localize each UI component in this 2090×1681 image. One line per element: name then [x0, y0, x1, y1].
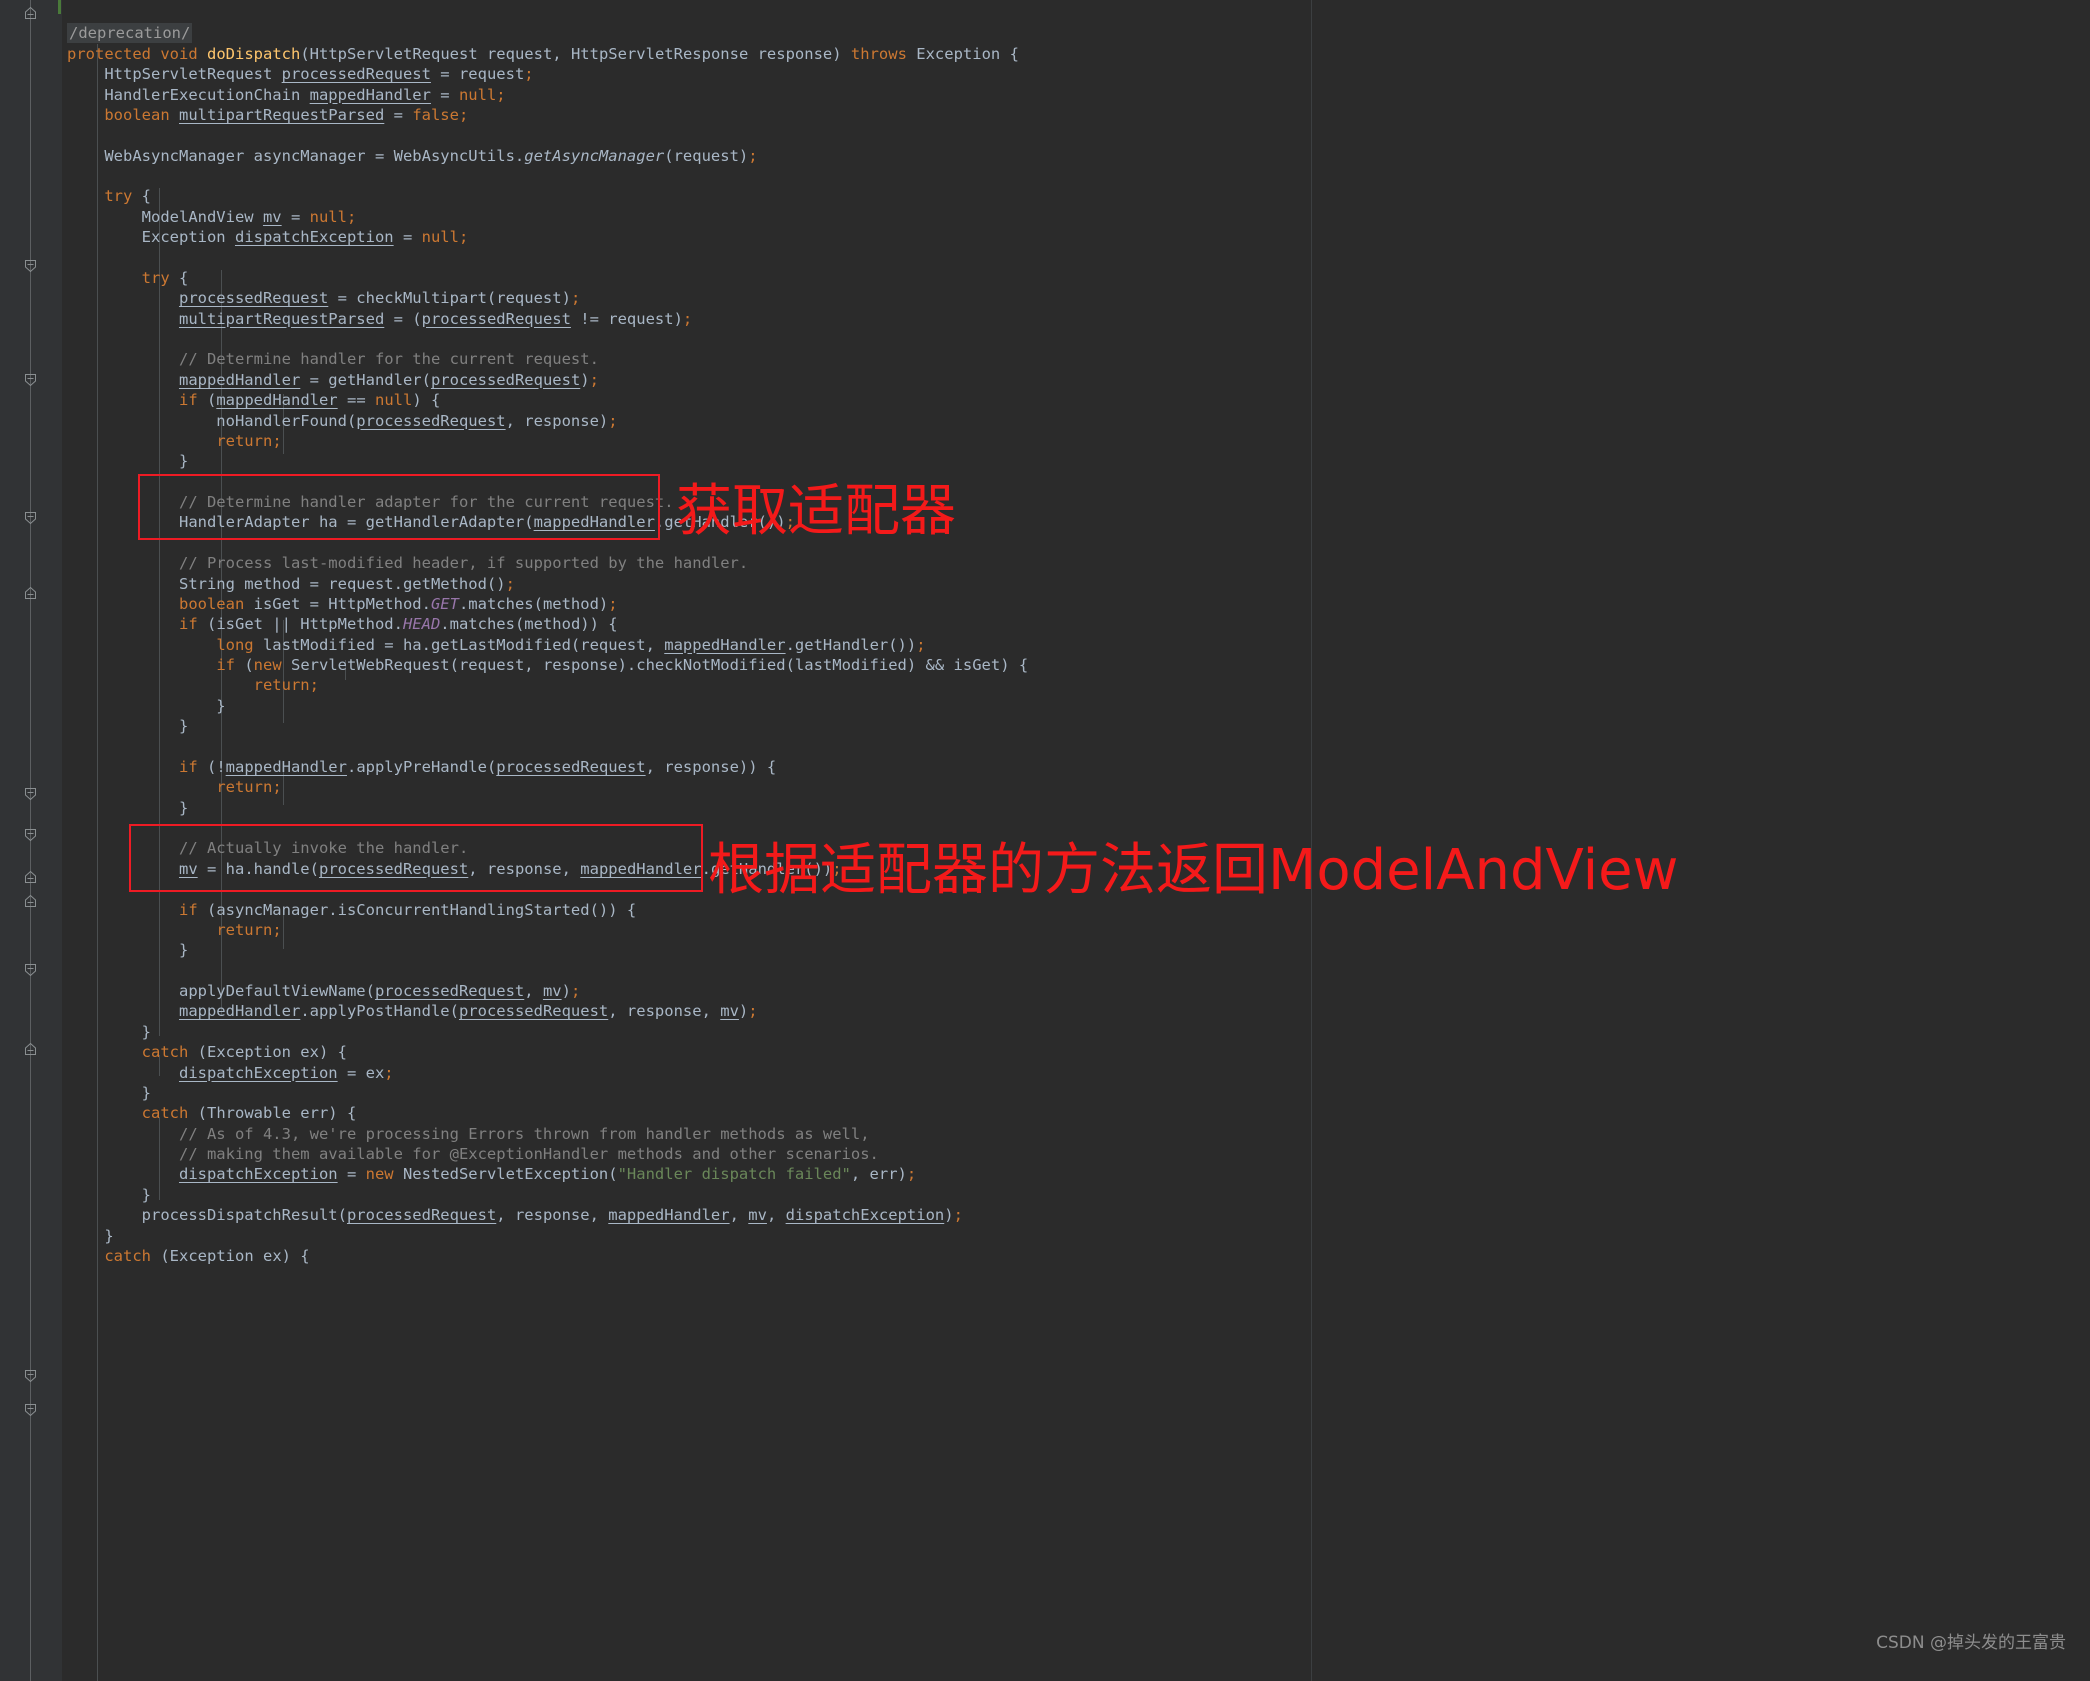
fold-marker-icon[interactable] — [22, 6, 39, 23]
code-line: if (new ServletWebRequest(request, respo… — [216, 656, 1029, 674]
code-line: } — [67, 798, 189, 817]
code-line: ModelAndView mv = null; — [67, 207, 357, 226]
fold-marker-icon[interactable] — [22, 870, 39, 887]
code-line: noHandlerFound(processedRequest, respons… — [67, 411, 618, 430]
code-line: HandlerExecutionChain mappedHandler = nu… — [67, 85, 506, 104]
fold-marker-icon[interactable] — [22, 1366, 39, 1383]
code-line: return; — [253, 676, 319, 695]
editor-gutter[interactable] — [0, 0, 63, 1681]
code-line: catch (Exception ex) { — [141, 1043, 347, 1062]
code-line: return; — [216, 920, 282, 939]
code-line: multipartRequestParsed = (processedReque… — [178, 309, 693, 328]
fold-marker-icon[interactable] — [22, 1400, 39, 1417]
code-line: Exception dispatchException = null; — [67, 228, 469, 247]
code-line: } — [67, 717, 189, 736]
fold-marker-icon[interactable] — [22, 370, 39, 387]
code-line: } — [67, 452, 189, 471]
code-line: return; — [216, 431, 282, 450]
code-line: HttpServletRequest processedRequest = re… — [67, 65, 534, 84]
code-line: } — [67, 1185, 151, 1204]
fold-marker-icon[interactable] — [22, 784, 39, 801]
fold-marker-icon[interactable] — [22, 894, 39, 911]
fold-marker-icon[interactable] — [22, 825, 39, 842]
fold-marker-icon[interactable] — [22, 960, 39, 977]
code-line: } — [67, 1083, 151, 1102]
source-code[interactable]: /deprecation/protected void doDispatch(H… — [62, 0, 1028, 1307]
code-line: catch (Throwable err) { — [141, 1104, 357, 1123]
code-line: // Process last-modified header, if supp… — [178, 554, 749, 573]
code-line: // As of 4.3, we're processing Errors th… — [178, 1124, 870, 1143]
code-line: /deprecation/ — [67, 23, 1028, 44]
annotation-label-get-adapter: 获取适配器 — [676, 479, 956, 544]
code-line: } — [67, 941, 189, 960]
code-line: WebAsyncManager asyncManager = WebAsyncU… — [67, 146, 758, 165]
code-line: try { — [104, 187, 151, 206]
vcs-change-marker — [58, 0, 61, 14]
code-line: mappedHandler = getHandler(processedRequ… — [178, 370, 599, 389]
code-line: applyDefaultViewName(processedRequest, m… — [67, 982, 581, 1000]
code-line: // Determine handler for the current req… — [178, 350, 599, 369]
code-line: boolean multipartRequestParsed = false; — [104, 105, 469, 124]
fold-marker-icon[interactable] — [22, 256, 39, 273]
code-line: if (isGet || HttpMethod.HEAD.matches(met… — [178, 615, 618, 634]
code-line: if (mappedHandler == null) { — [178, 391, 441, 410]
code-line: catch (Exception ex) { — [104, 1246, 310, 1265]
deprecation-inspection-tag: /deprecation/ — [67, 23, 193, 44]
code-line: mappedHandler.applyPostHandle(processedR… — [178, 1002, 758, 1021]
fold-marker-icon[interactable] — [22, 508, 39, 525]
annotation-label-invoke-handler: 根据适配器的方法返回ModelAndView — [708, 838, 1679, 903]
code-line: // making them available for @ExceptionH… — [178, 1145, 879, 1163]
code-line: long lastModified = ha.getLastModified(r… — [216, 635, 926, 654]
code-line: if (!mappedHandler.applyPreHandle(proces… — [178, 757, 777, 776]
code-line: boolean isGet = HttpMethod.GET.matches(m… — [178, 594, 618, 613]
code-line: } — [67, 1022, 151, 1041]
code-line: String method = request.getMethod(); — [67, 574, 515, 593]
code-line: processDispatchResult(processedRequest, … — [67, 1206, 963, 1225]
code-editor[interactable]: /deprecation/protected void doDispatch(H… — [0, 0, 2090, 1681]
code-line: } — [67, 696, 226, 715]
fold-marker-icon[interactable] — [22, 586, 39, 603]
code-line: dispatchException = new NestedServletExc… — [178, 1165, 917, 1184]
code-line: processedRequest = checkMultipart(reques… — [178, 289, 581, 308]
code-line: dispatchException = ex; — [178, 1063, 394, 1082]
fold-marker-icon[interactable] — [22, 1042, 39, 1059]
code-line: protected void doDispatch(HttpServletReq… — [67, 44, 1019, 63]
code-line: return; — [216, 778, 282, 797]
code-line: } — [67, 1226, 114, 1245]
code-line: try { — [141, 268, 189, 287]
csdn-watermark: CSDN @掉头发的王富贵 — [1876, 1633, 2066, 1653]
